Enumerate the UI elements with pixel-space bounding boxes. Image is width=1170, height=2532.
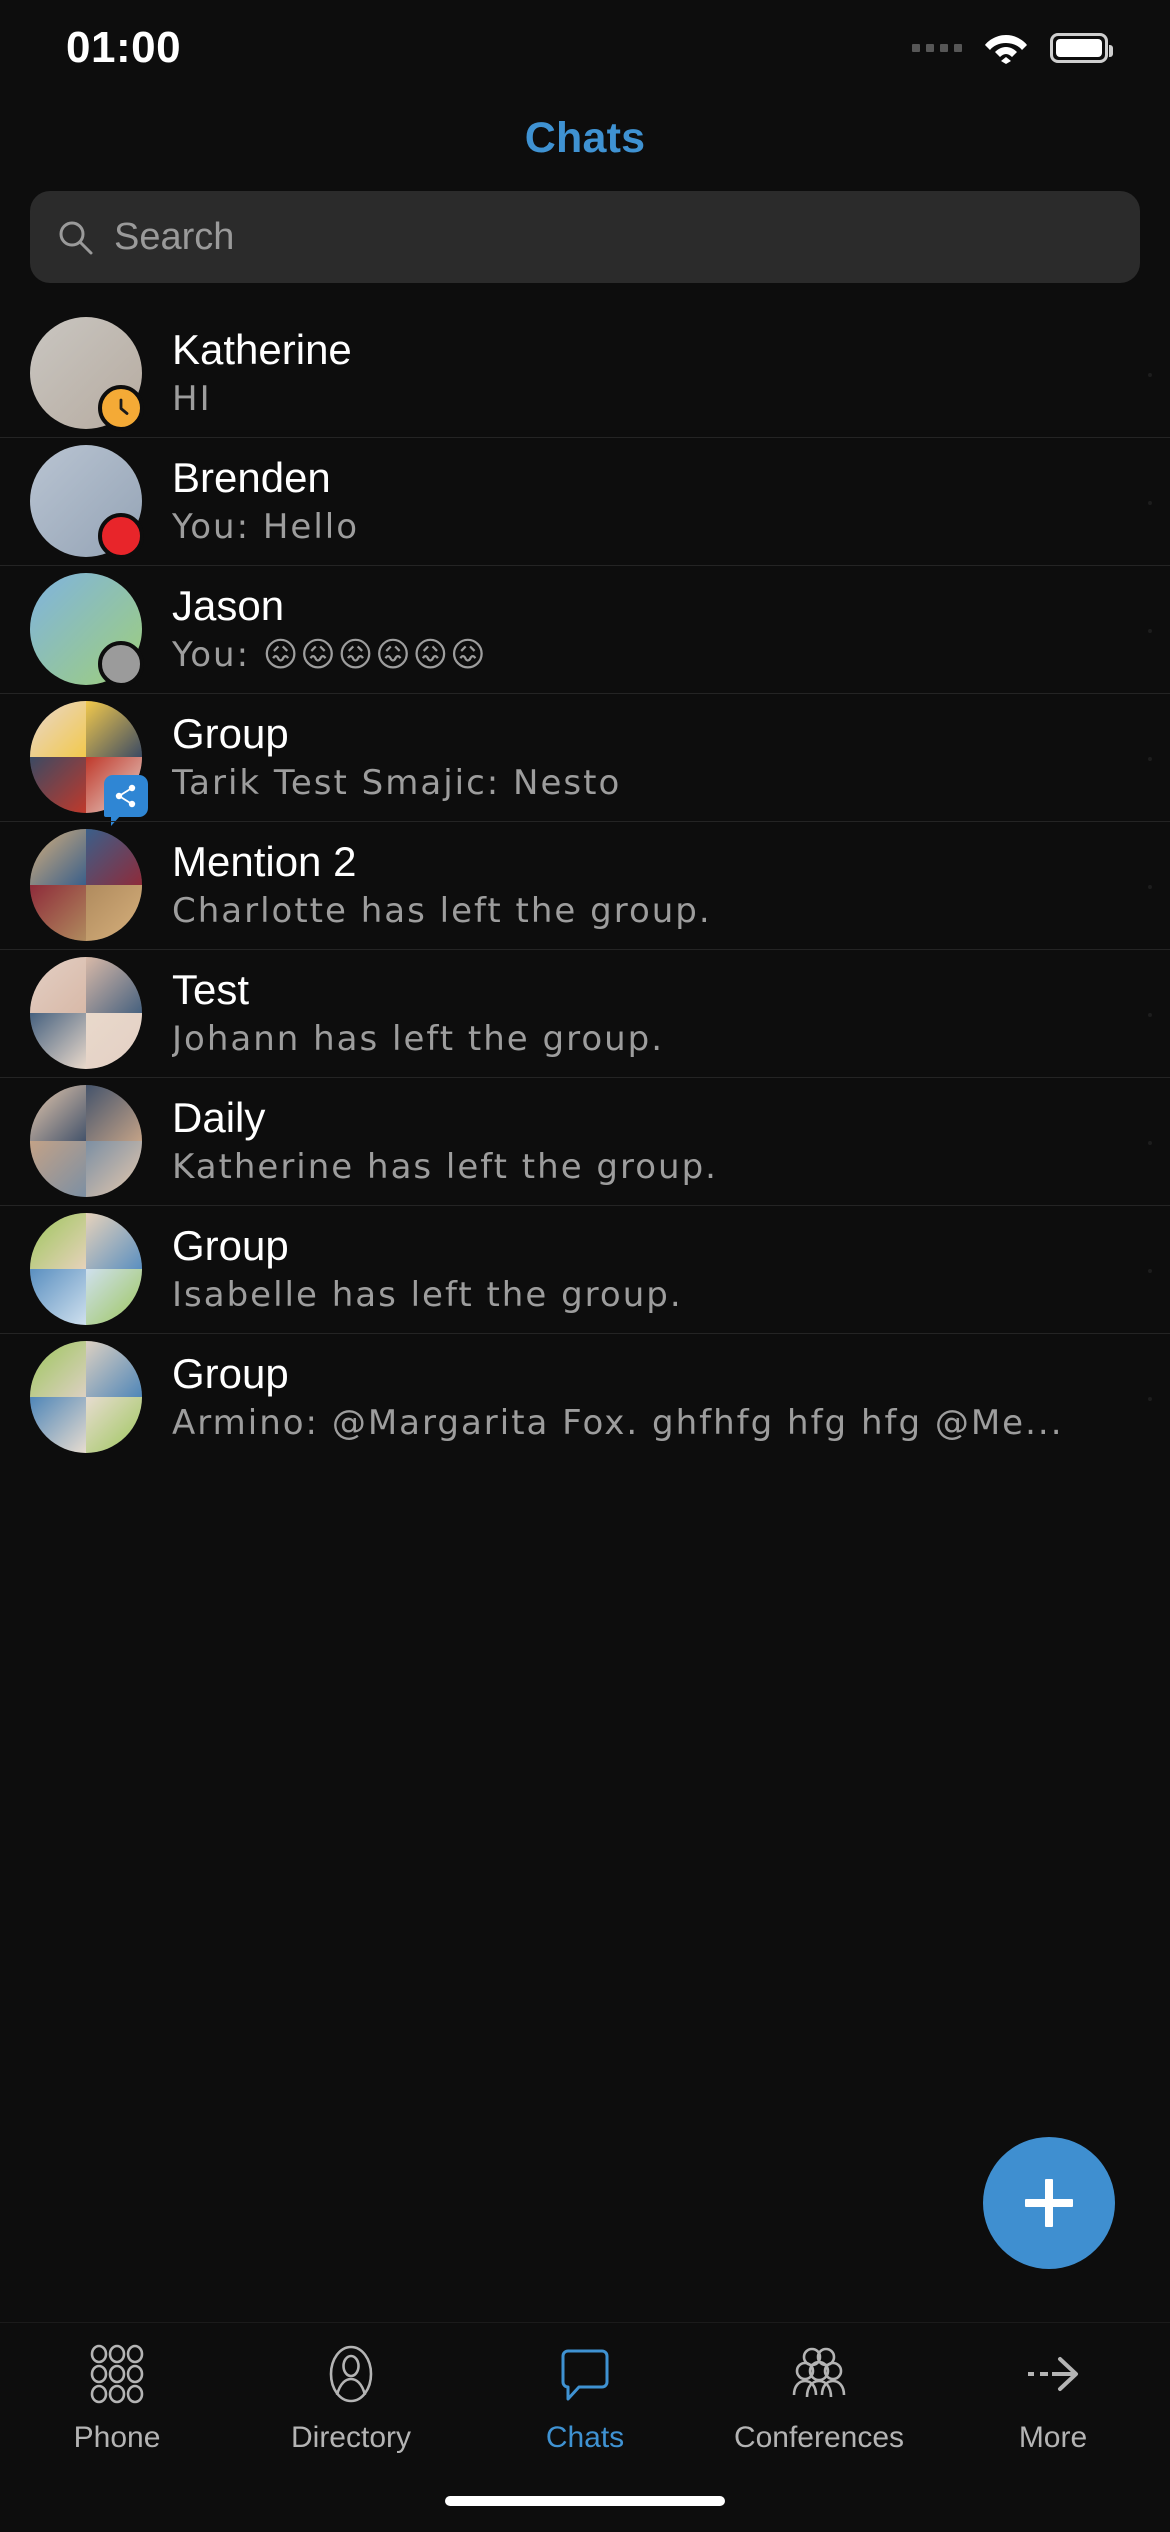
chat-preview-message: Isabelle has left the group. (172, 1276, 683, 1314)
chat-preview-message: Charlotte has left the group. (172, 892, 712, 930)
row-end-marker (1148, 885, 1152, 889)
row-end-marker (1148, 1141, 1152, 1145)
chat-item-meta: Brenden You: Hello (172, 456, 1140, 546)
tab-conferences[interactable]: Conferences (702, 2341, 936, 2455)
row-end-marker (1148, 629, 1152, 633)
avatar (30, 317, 144, 431)
tab-label-phone: Phone (73, 2421, 161, 2454)
avatar (30, 1341, 142, 1453)
group-avatar-collage (30, 1085, 142, 1197)
chat-item-meta: Test Johann has left the group. (172, 968, 1140, 1058)
group-avatar-collage (30, 829, 142, 941)
avatar (30, 957, 142, 1069)
chat-item-meta: Mention 2 Charlotte has left the group. (172, 840, 1140, 930)
tab-directory[interactable]: Directory (234, 2341, 468, 2455)
plus-icon (1018, 2172, 1080, 2234)
battery-icon (1050, 33, 1113, 63)
chat-item-meta: Group Armino: @Margarita Fox. ghfhfg hfg … (172, 1352, 1140, 1442)
row-end-marker (1148, 373, 1152, 377)
bottom-tab-bar: Phone Directory Chats Conferences More (0, 2322, 1170, 2532)
chat-list-item[interactable]: Mention 2 Charlotte has left the group. (0, 821, 1170, 949)
chat-preview-message: You: 😖😖😖😖😖😖 (172, 636, 488, 674)
search-container: Search (0, 163, 1170, 283)
arrow-right-icon (1022, 2341, 1084, 2407)
busy-dot-icon (98, 513, 144, 559)
search-input[interactable]: Search (30, 191, 1140, 283)
chat-list-item[interactable]: Daily Katherine has left the group. (0, 1077, 1170, 1205)
chat-preview-message: Tarik Test Smajic: Nesto (172, 764, 622, 802)
avatar (30, 445, 144, 559)
chat-item-meta: Group Isabelle has left the group. (172, 1224, 1140, 1314)
dialpad-icon (86, 2341, 148, 2407)
avatar (30, 701, 148, 826)
avatar (30, 829, 142, 941)
tab-chats[interactable]: Chats (468, 2341, 702, 2455)
wifi-icon (984, 32, 1028, 64)
people-group-icon (788, 2341, 850, 2407)
chat-name: Group (172, 1224, 289, 1269)
chat-item-meta: Katherine HI (172, 328, 1140, 418)
chat-item-meta: Jason You: 😖😖😖😖😖😖 (172, 584, 1140, 674)
tab-label-directory: Directory (290, 2421, 411, 2454)
tab-label-conferences: Conferences (733, 2421, 905, 2454)
home-indicator (445, 2496, 725, 2506)
chat-list-item[interactable]: Group Armino: @Margarita Fox. ghfhfg hfg … (0, 1333, 1170, 1461)
chat-preview-message: HI (172, 380, 212, 418)
avatar (30, 1213, 142, 1325)
group-avatar-collage (30, 1341, 142, 1453)
chat-list-item[interactable]: Jason You: 😖😖😖😖😖😖 (0, 565, 1170, 693)
tab-phone[interactable]: Phone (0, 2341, 234, 2455)
tab-more[interactable]: More (936, 2341, 1170, 2455)
chat-list[interactable]: Katherine HI Brenden You: Hello Jason You: 😖😖… (0, 309, 1170, 1461)
row-end-marker (1148, 1397, 1152, 1401)
page-title: Chats (524, 114, 646, 162)
row-end-marker (1148, 1013, 1152, 1017)
offline-dot-icon (98, 641, 144, 687)
chat-list-item[interactable]: Test Johann has left the group. (0, 949, 1170, 1077)
chat-preview-message: Johann has left the group. (172, 1020, 665, 1058)
chat-name: Group (172, 1352, 289, 1397)
avatar (30, 573, 144, 687)
row-end-marker (1148, 757, 1152, 761)
clock-icon (98, 385, 144, 431)
chat-list-item[interactable]: Group Isabelle has left the group. (0, 1205, 1170, 1333)
chat-preview-message: Katherine has left the group. (172, 1148, 718, 1186)
chat-name: Jason (172, 584, 285, 629)
tab-label-more: More (1018, 2421, 1088, 2454)
group-avatar-collage (30, 1213, 142, 1325)
status-time: 01:00 (66, 23, 182, 72)
chat-name: Daily (172, 1096, 266, 1141)
chat-name: Katherine (172, 328, 352, 373)
group-avatar-collage (30, 957, 142, 1069)
search-icon (56, 218, 94, 256)
status-bar: 01:00 (0, 0, 1170, 96)
signal-dots-icon (912, 44, 962, 52)
chat-preview-message: You: Hello (172, 508, 360, 546)
chat-item-meta: Group Tarik Test Smajic: Nesto (172, 712, 1140, 802)
search-placeholder: Search (114, 215, 235, 258)
tab-label-chats: Chats (545, 2421, 625, 2454)
chat-list-item[interactable]: Brenden You: Hello (0, 437, 1170, 565)
chat-name: Brenden (172, 456, 331, 501)
chat-name: Test (172, 968, 250, 1013)
row-end-marker (1148, 1269, 1152, 1273)
chat-name: Mention 2 (172, 840, 357, 885)
chat-item-meta: Daily Katherine has left the group. (172, 1096, 1140, 1186)
row-end-marker (1148, 501, 1152, 505)
chat-list-item[interactable]: Group Tarik Test Smajic: Nesto (0, 693, 1170, 826)
chat-list-item[interactable]: Katherine HI (0, 309, 1170, 437)
chat-name: Group (172, 712, 289, 757)
new-chat-fab-button[interactable] (983, 2137, 1115, 2269)
status-indicators (912, 32, 1113, 64)
chat-bubble-icon (554, 2341, 616, 2407)
avatar (30, 1085, 142, 1197)
group-share-icon (104, 775, 148, 826)
chat-preview-message: Armino: @Margarita Fox. ghfhfg hfg hfg @… (172, 1404, 1064, 1442)
person-icon (320, 2341, 382, 2407)
